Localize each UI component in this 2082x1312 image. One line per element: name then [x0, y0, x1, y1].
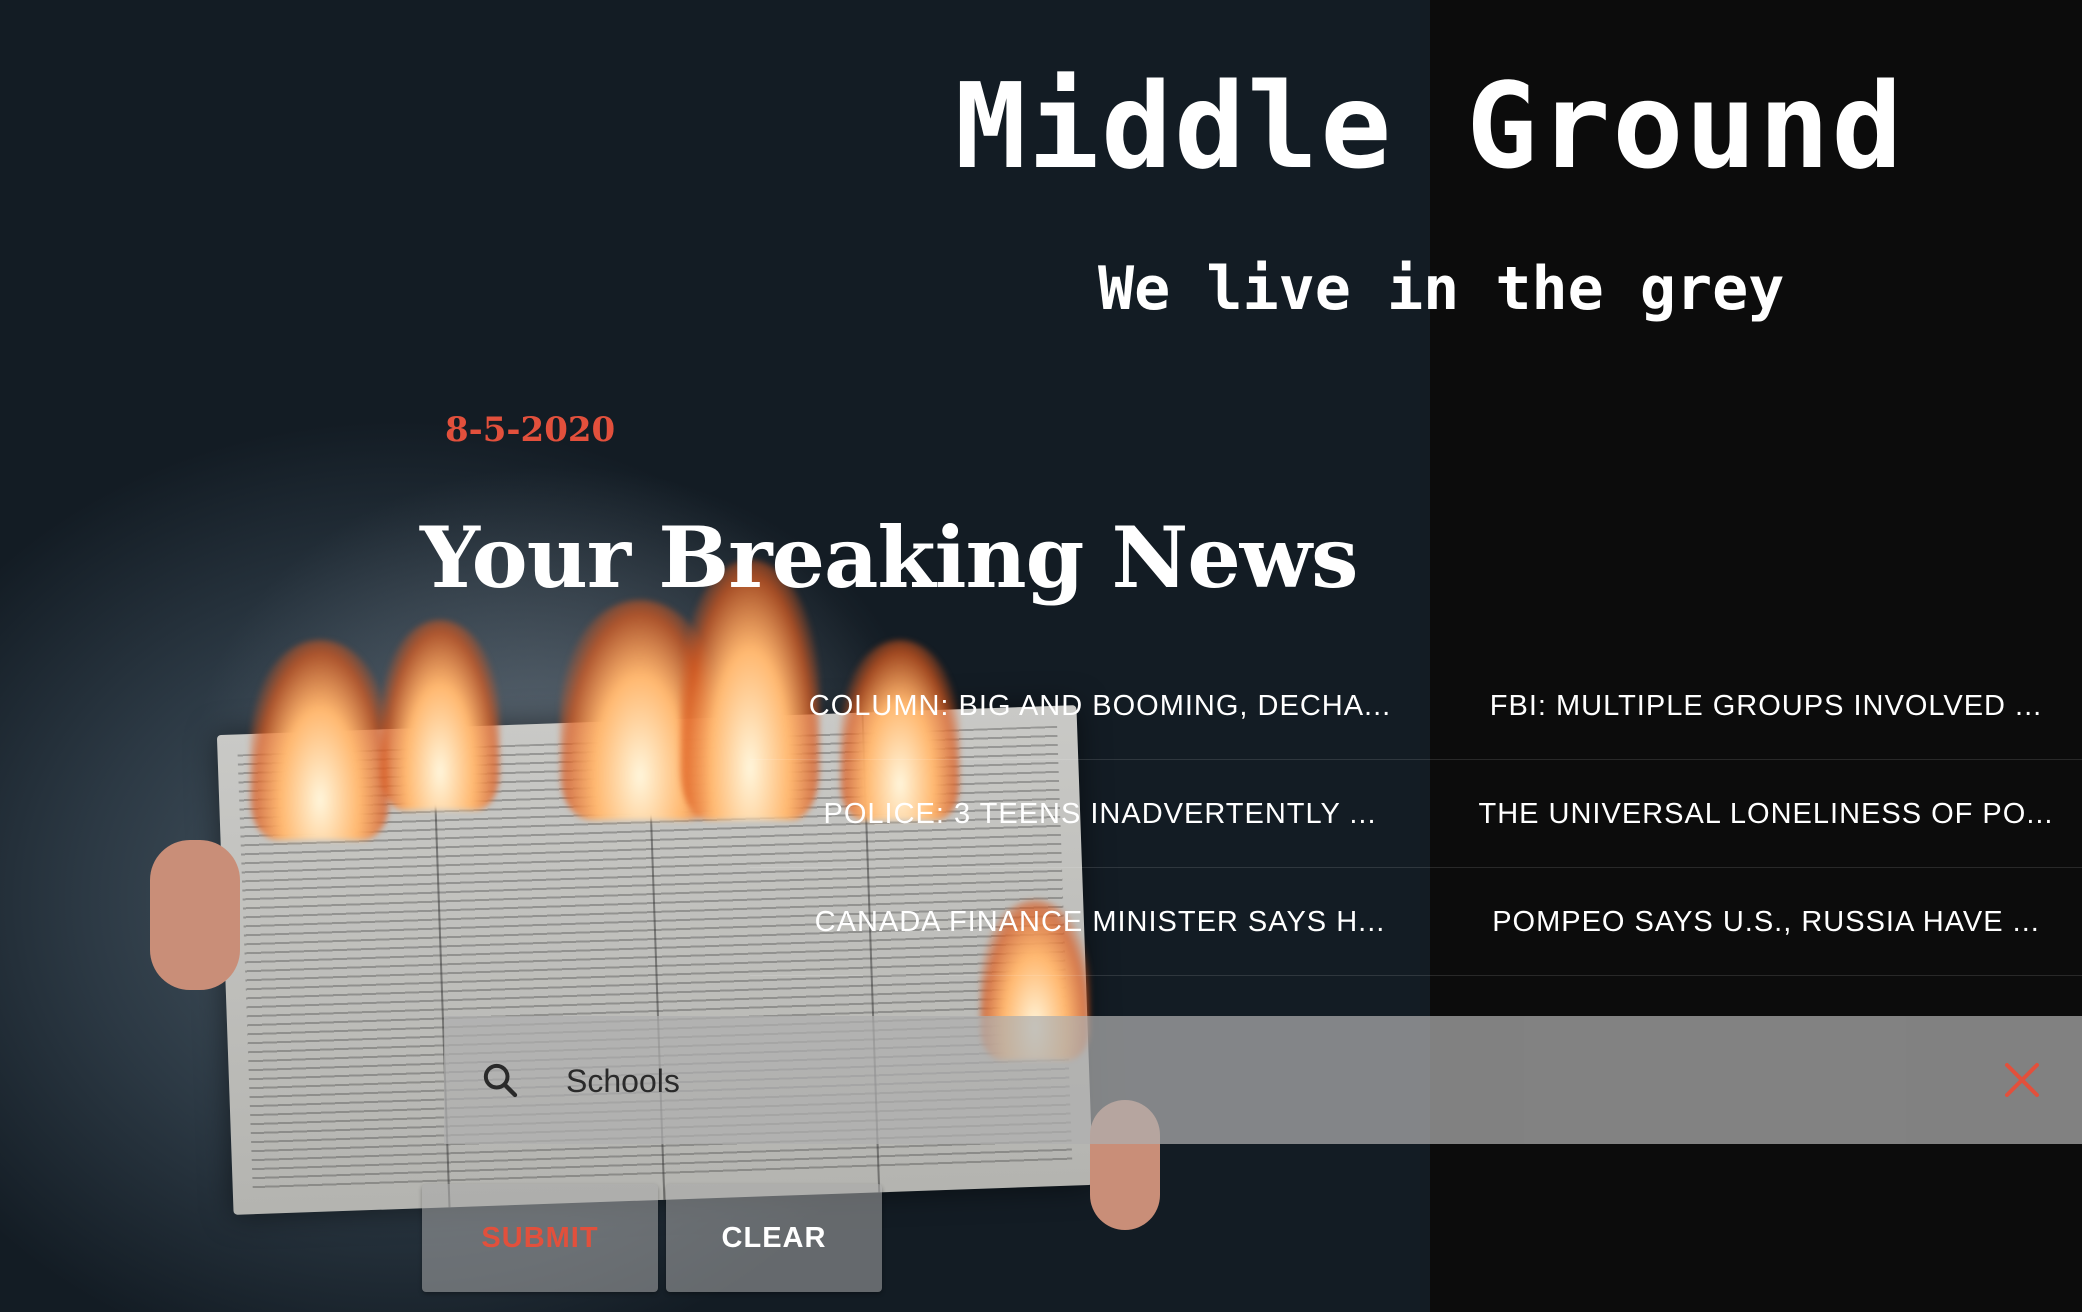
clear-button[interactable]: CLEAR	[666, 1184, 882, 1292]
news-link[interactable]: THE UNIVERSAL LONELINESS OF PO...	[1450, 760, 2082, 868]
close-icon[interactable]	[2002, 1060, 2042, 1100]
news-row: CANADA FINANCE MINISTER SAYS H... POMPEO…	[750, 868, 2082, 976]
news-link[interactable]: CANADA FINANCE MINISTER SAYS H...	[750, 868, 1450, 976]
news-row: COLUMN: BIG AND BOOMING, DECHA... FBI: M…	[750, 652, 2082, 760]
news-link[interactable]: COLUMN: BIG AND BOOMING, DECHA...	[750, 652, 1450, 760]
search-input[interactable]	[564, 1050, 1868, 1112]
news-link[interactable]: POMPEO SAYS U.S., RUSSIA HAVE ...	[1450, 868, 2082, 976]
page-headline: Your Breaking News	[420, 508, 1358, 607]
search-bar	[444, 1016, 2082, 1144]
current-date: 8-5-2020	[445, 410, 616, 450]
news-link[interactable]: POLICE: 3 TEENS INADVERTENTLY ...	[750, 760, 1450, 868]
news-grid: COLUMN: BIG AND BOOMING, DECHA... FBI: M…	[750, 652, 2082, 976]
search-icon	[483, 1063, 518, 1098]
submit-button[interactable]: SUBMIT	[422, 1184, 658, 1292]
news-link[interactable]: FBI: MULTIPLE GROUPS INVOLVED ...	[1450, 652, 2082, 760]
site-tagline: We live in the grey	[1098, 254, 1785, 324]
news-row: POLICE: 3 TEENS INADVERTENTLY ... THE UN…	[750, 760, 2082, 868]
site-title: Middle Ground	[955, 57, 1905, 195]
